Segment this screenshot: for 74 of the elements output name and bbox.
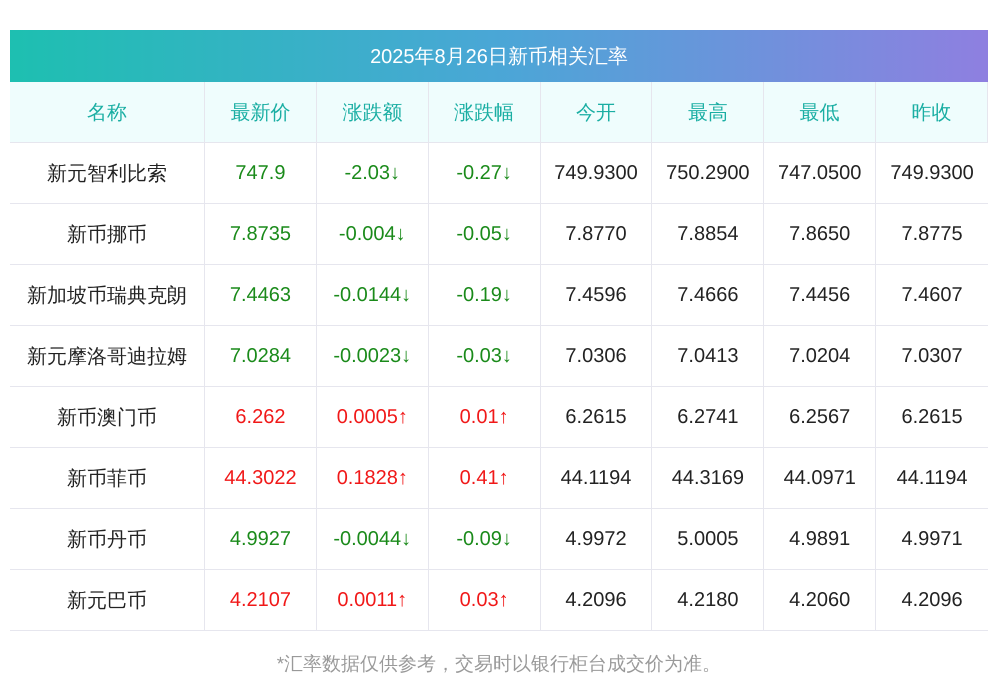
- table-cell: 新币丹币: [10, 509, 205, 570]
- column-header: 最高: [652, 82, 764, 143]
- table-cell: -0.0144↓: [316, 265, 429, 326]
- table-cell: 0.0011↑: [316, 570, 429, 631]
- table-cell: -0.03↓: [428, 326, 541, 387]
- table-cell: 44.0971: [764, 448, 876, 509]
- table-cell: 7.8854: [652, 204, 764, 265]
- table-cell: 749.9300: [540, 143, 652, 204]
- table-cell: 新币挪币: [10, 204, 205, 265]
- table-cell: 4.9971: [876, 509, 988, 570]
- table-cell: 7.0204: [764, 326, 876, 387]
- table-cell: 新元智利比索: [10, 143, 205, 204]
- column-header: 名称: [10, 82, 205, 143]
- table-cell: 0.0005↑: [316, 387, 429, 448]
- table-cell: -0.004↓: [316, 204, 429, 265]
- table-cell: -0.09↓: [428, 509, 541, 570]
- table-cell: 6.2567: [764, 387, 876, 448]
- column-header: 涨跌幅: [428, 82, 541, 143]
- disclaimer-note: *汇率数据仅供参考，交易时以银行柜台成交价为准。: [276, 653, 722, 677]
- table-cell: 0.03↑: [428, 570, 541, 631]
- table-title: 2025年8月26日新币相关汇率: [10, 30, 988, 82]
- table-cell: 4.2096: [876, 570, 988, 631]
- table-cell: 7.8650: [764, 204, 876, 265]
- table-cell: -0.19↓: [428, 265, 541, 326]
- table-cell: 7.8770: [540, 204, 652, 265]
- table-cell: 7.0284: [205, 326, 317, 387]
- table-cell: -0.0044↓: [316, 509, 429, 570]
- table-cell: 6.2615: [876, 387, 988, 448]
- table-cell: 44.1194: [876, 448, 988, 509]
- table-cell: -0.27↓: [428, 143, 541, 204]
- table-cell: 4.9927: [205, 509, 317, 570]
- column-header: 今开: [540, 82, 652, 143]
- table-cell: -0.0023↓: [316, 326, 429, 387]
- table-cell: 4.9891: [764, 509, 876, 570]
- table-cell: 4.2096: [540, 570, 652, 631]
- table-cell: 7.8775: [876, 204, 988, 265]
- column-header: 昨收: [876, 82, 988, 143]
- table-cell: 新币澳门币: [10, 387, 205, 448]
- table-cell: -0.05↓: [428, 204, 541, 265]
- table-cell: 0.01↑: [428, 387, 541, 448]
- table-cell: 7.0413: [652, 326, 764, 387]
- table-cell: 44.1194: [540, 448, 652, 509]
- table-cell: 7.0307: [876, 326, 988, 387]
- table-cell: 新币菲币: [10, 448, 205, 509]
- table-cell: 7.4463: [205, 265, 317, 326]
- table-cell: 7.0306: [540, 326, 652, 387]
- table-cell: 44.3169: [652, 448, 764, 509]
- table-cell: 4.9972: [540, 509, 652, 570]
- table-cell: 6.262: [205, 387, 317, 448]
- table-cell: 7.8735: [205, 204, 317, 265]
- column-header: 涨跌额: [316, 82, 429, 143]
- table-cell: 7.4607: [876, 265, 988, 326]
- table-cell: 0.1828↑: [316, 448, 429, 509]
- table-cell: 747.9: [205, 143, 317, 204]
- table-cell: 新元巴币: [10, 570, 205, 631]
- table-cell: 0.41↑: [428, 448, 541, 509]
- table-cell: 749.9300: [876, 143, 988, 204]
- table-cell: 7.4456: [764, 265, 876, 326]
- table-cell: 7.4596: [540, 265, 652, 326]
- table-cell: 750.2900: [652, 143, 764, 204]
- table-cell: -2.03↓: [316, 143, 429, 204]
- table-cell: 7.4666: [652, 265, 764, 326]
- table-cell: 44.3022: [205, 448, 317, 509]
- table-cell: 6.2741: [652, 387, 764, 448]
- table-cell: 新加坡币瑞典克朗: [10, 265, 205, 326]
- table-cell: 4.2060: [764, 570, 876, 631]
- column-header: 最新价: [205, 82, 317, 143]
- table-cell: 5.0005: [652, 509, 764, 570]
- table-cell: 747.0500: [764, 143, 876, 204]
- table-cell: 4.2180: [652, 570, 764, 631]
- table-cell: 新元摩洛哥迪拉姆: [10, 326, 205, 387]
- column-header: 最低: [764, 82, 876, 143]
- table-cell: 6.2615: [540, 387, 652, 448]
- table-cell: 4.2107: [205, 570, 317, 631]
